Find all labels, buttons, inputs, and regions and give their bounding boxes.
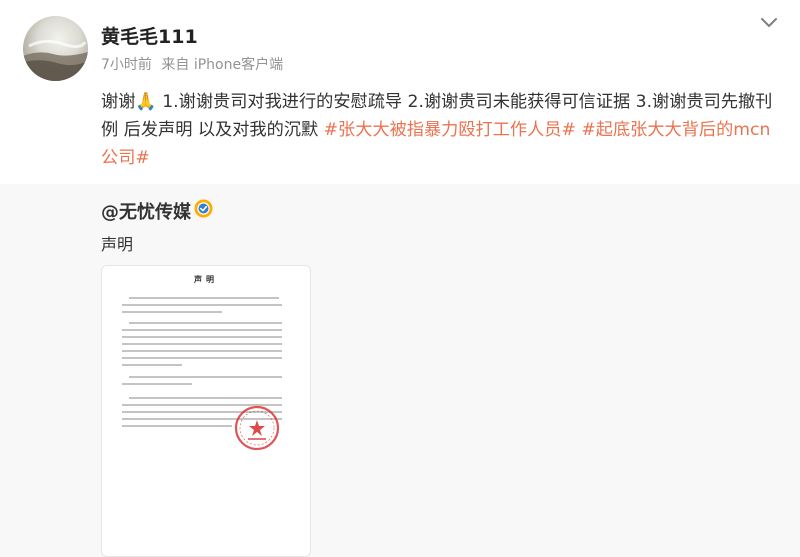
company-seal (234, 405, 280, 451)
document-text-line (129, 397, 282, 399)
post-meta: 7小时前 来自 iPhone客户端 (101, 54, 288, 74)
more-options-button[interactable] (758, 13, 780, 31)
document-title: 声明 (194, 274, 218, 284)
repost-author[interactable]: @无忧传媒 (101, 198, 191, 224)
document-text-line (122, 304, 282, 306)
reposted-content: @无忧传媒 声明 声明 (0, 184, 800, 557)
author-name[interactable]: 黄毛毛111 (101, 22, 198, 49)
repost-text: 声明 (101, 235, 134, 254)
post-text: 谢谢🙏 1.谢谢贵司对我进行的安慰疏导 2.谢谢贵司未能获得可信证据 3.谢谢贵… (101, 88, 786, 172)
chevron-down-icon (761, 18, 777, 27)
document-text-line (122, 350, 282, 352)
document-text-line (122, 311, 222, 313)
document-text-line (122, 329, 282, 331)
document-text-line (122, 383, 192, 385)
document-text-line (122, 425, 232, 427)
post-source: 来自 iPhone客户端 (161, 57, 284, 73)
document-text-line (122, 336, 282, 338)
document-text-line (129, 297, 279, 299)
avatar[interactable] (23, 16, 88, 81)
weibo-post: 黄毛毛111 7小时前 来自 iPhone客户端 谢谢🙏 1.谢谢贵司对我进行的… (0, 0, 800, 557)
document-text-line (122, 357, 282, 359)
hashtag-link[interactable]: #张大大被指暴力殴打工作人员# (324, 120, 576, 140)
post-time[interactable]: 7小时前 (101, 57, 152, 73)
statement-document-image[interactable]: 声明 (101, 265, 311, 557)
document-text-line (122, 343, 282, 345)
document-text-line (129, 376, 282, 378)
verified-badge-icon (194, 199, 213, 218)
document-text-line (122, 364, 182, 366)
document-text-line (129, 322, 282, 324)
